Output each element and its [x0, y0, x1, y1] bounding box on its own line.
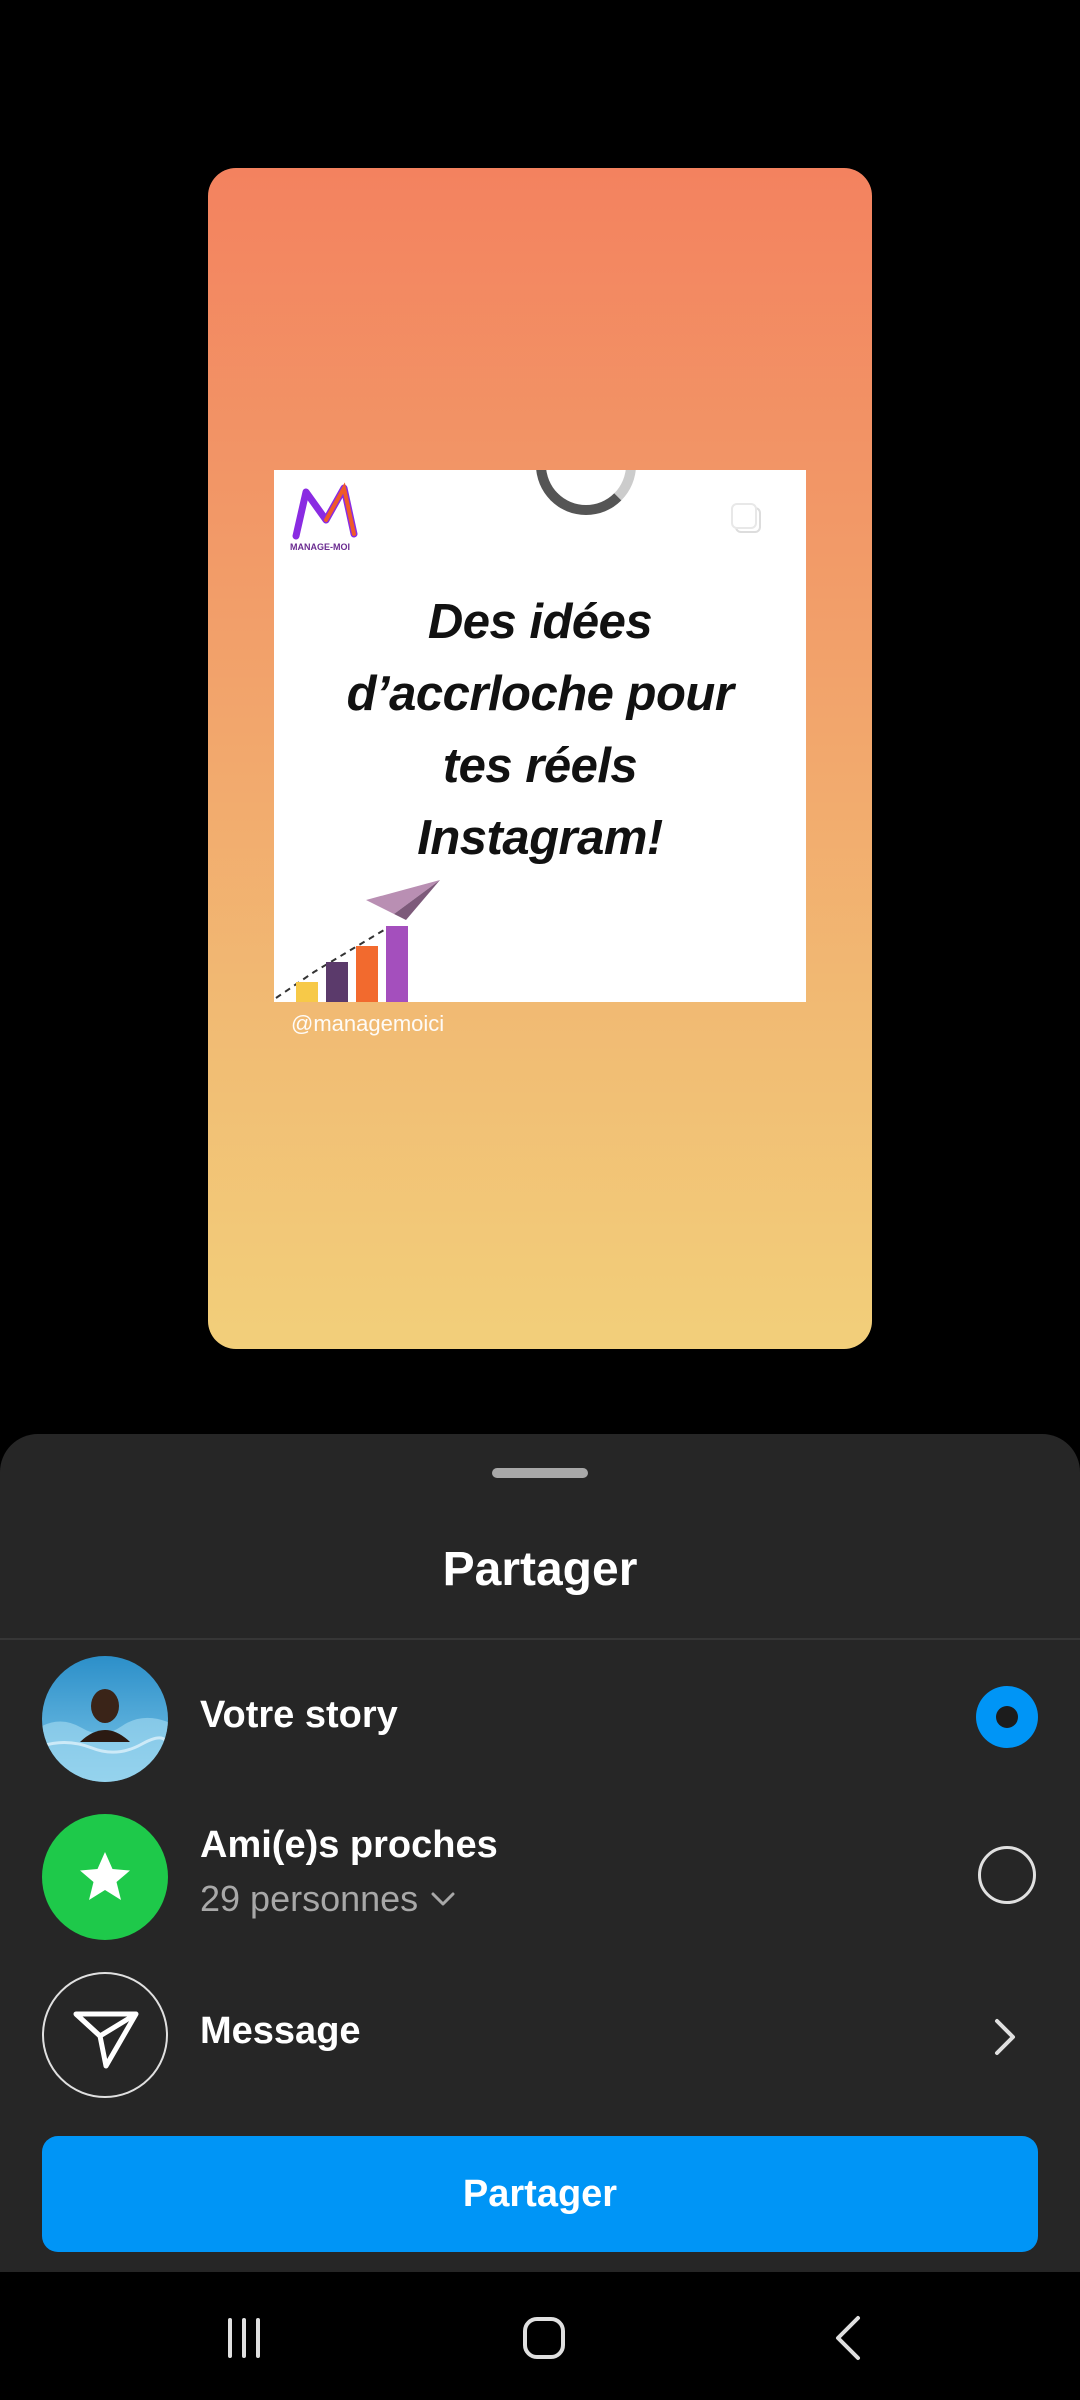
home-icon[interactable]: [514, 2308, 574, 2368]
close-friends-count[interactable]: 29 personnes: [200, 1878, 458, 1920]
option-message[interactable]: Message: [0, 1972, 1080, 2102]
sheet-divider: [0, 1638, 1080, 1640]
star-icon: [42, 1814, 168, 1940]
sheet-title: Partager: [442, 1543, 638, 1596]
back-icon[interactable]: [820, 2308, 880, 2368]
chevron-down-icon: [431, 1892, 455, 1906]
paper-plane-icon: [42, 1972, 168, 2098]
share-button[interactable]: Partager: [42, 2136, 1038, 2252]
recents-icon[interactable]: [214, 2308, 274, 2368]
post-handle: @managemoici: [291, 1011, 445, 1036]
option-label: Message: [200, 2010, 361, 2052]
post-headline: Des idées d’accrloche pour tes réels Ins…: [346, 595, 734, 865]
system-navbar: [0, 2272, 1080, 2400]
multi-post-icon: [731, 503, 761, 533]
radio-unselected[interactable]: [978, 1846, 1036, 1904]
story-preview-card: MANAGE-MOI Des idées d’accrloche pour te…: [208, 168, 872, 1349]
sheet-drag-handle[interactable]: [492, 1468, 588, 1478]
option-close-friends[interactable]: Ami(e)s proches 29 personnes: [0, 1814, 1080, 1944]
user-avatar: [42, 1656, 168, 1782]
close-friends-count-text: 29 personnes: [200, 1878, 419, 1919]
chevron-right-icon: [995, 2019, 1015, 2055]
growth-chart-illustration: [275, 880, 440, 1002]
option-label: Votre story: [200, 1694, 398, 1736]
logo-text: MANAGE-MOI: [290, 542, 350, 552]
loading-ring-decoration: [536, 470, 636, 515]
shared-post-preview: MANAGE-MOI Des idées d’accrloche pour te…: [274, 470, 806, 1002]
manage-moi-logo: MANAGE-MOI: [290, 482, 358, 552]
option-label: Ami(e)s proches: [200, 1824, 498, 1866]
radio-selected[interactable]: [976, 1686, 1038, 1748]
option-your-story[interactable]: Votre story: [0, 1656, 1080, 1786]
